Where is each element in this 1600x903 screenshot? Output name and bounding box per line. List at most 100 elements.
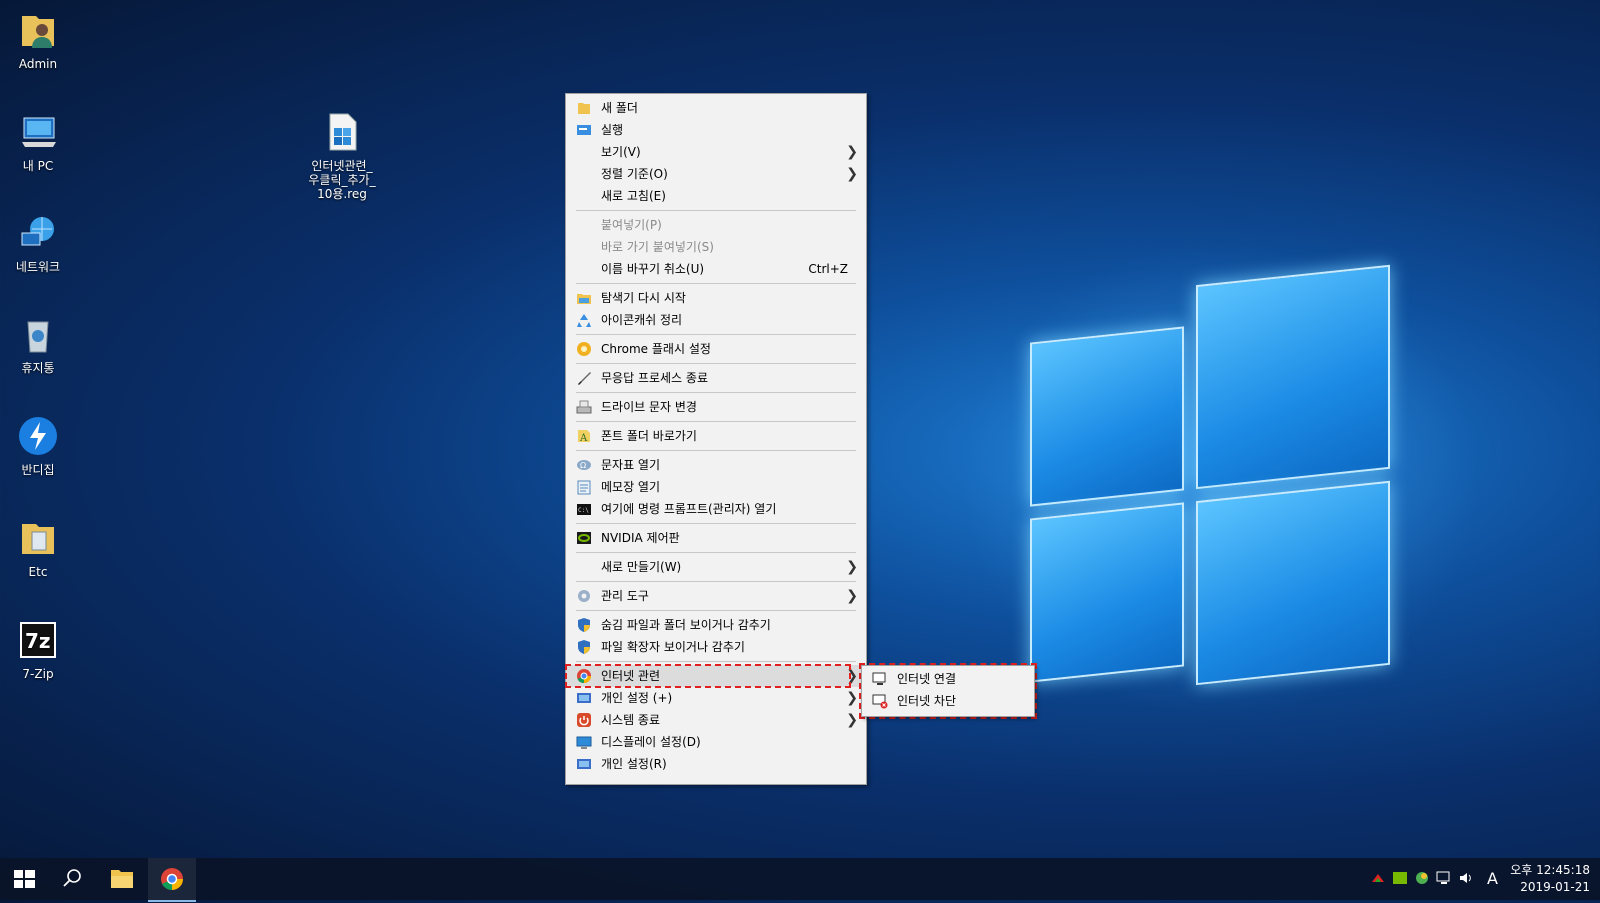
menu-item-sort-by[interactable]: 정렬 기준(O) ❯ bbox=[566, 163, 866, 185]
menu-item-undo-rename[interactable]: 이름 바꾸기 취소(U) Ctrl+Z bbox=[566, 258, 866, 280]
menu-item-display-settings[interactable]: 디스플레이 설정(D) bbox=[566, 731, 866, 753]
menu-item-restart-explorer[interactable]: 탐색기 다시 시작 bbox=[566, 287, 866, 309]
menu-item-refresh[interactable]: 새로 고침(E) bbox=[566, 185, 866, 207]
menu-item-view[interactable]: 보기(V) ❯ bbox=[566, 141, 866, 163]
desktop-icon-etc[interactable]: Etc bbox=[0, 518, 76, 579]
menu-label: Chrome 플래시 설정 bbox=[601, 342, 711, 356]
menu-label: 메모장 열기 bbox=[601, 480, 661, 494]
menu-label: 드라이브 문자 변경 bbox=[601, 400, 697, 414]
nvidia-icon bbox=[577, 532, 591, 544]
menu-item-admin-tools[interactable]: 관리 도구 ❯ bbox=[566, 585, 866, 607]
shield-icon bbox=[578, 618, 590, 632]
volume-icon[interactable] bbox=[1458, 870, 1474, 886]
menu-separator bbox=[576, 581, 856, 582]
menu-item-change-drive-letter[interactable]: 드라이브 문자 변경 bbox=[566, 396, 866, 418]
menu-item-new[interactable]: 새로 만들기(W) ❯ bbox=[566, 556, 866, 578]
desktop-icon-network[interactable]: 네트워크 bbox=[0, 213, 76, 274]
clock-time: 오후 12:45:18 bbox=[1510, 863, 1590, 877]
desktop-icon-7zip[interactable]: 7z 7-Zip bbox=[0, 620, 76, 681]
menu-item-nvidia-control-panel[interactable]: NVIDIA 제어판 bbox=[566, 527, 866, 549]
taskbar-clock[interactable]: 오후 12:45:18 2019-01-21 bbox=[1510, 862, 1590, 896]
shield-icon bbox=[578, 640, 590, 654]
menu-label: 인터넷 연결 bbox=[897, 672, 957, 686]
clock-date: 2019-01-21 bbox=[1520, 880, 1590, 894]
desktop-icon-label: Etc bbox=[28, 565, 48, 579]
menu-separator bbox=[576, 661, 856, 662]
folder-icon bbox=[578, 103, 590, 114]
menu-label: 이름 바꾸기 취소(U) bbox=[601, 262, 705, 276]
menu-item-new-folder[interactable]: 새 폴더 bbox=[566, 97, 866, 119]
chevron-right-icon: ❯ bbox=[846, 712, 858, 728]
monitor-tray-icon[interactable] bbox=[1436, 870, 1452, 886]
submenu-item-internet-block[interactable]: 인터넷 차단 bbox=[862, 690, 1034, 712]
svg-text:C:\: C:\ bbox=[578, 507, 589, 514]
chevron-right-icon: ❯ bbox=[846, 559, 858, 575]
menu-item-open-notepad[interactable]: 메모장 열기 bbox=[566, 476, 866, 498]
menu-item-toggle-hidden-files[interactable]: 숨김 파일과 폴더 보이거나 감추기 bbox=[566, 614, 866, 636]
explorer-icon bbox=[577, 294, 591, 304]
windows-icon bbox=[14, 870, 35, 888]
menu-separator bbox=[576, 210, 856, 211]
menu-item-run[interactable]: 실행 bbox=[566, 119, 866, 141]
personalize-icon bbox=[577, 693, 591, 703]
menu-label: 탐색기 다시 시작 bbox=[601, 291, 686, 305]
search-button[interactable] bbox=[48, 858, 96, 900]
svg-text:7z: 7z bbox=[25, 629, 51, 653]
menu-item-open-charmap[interactable]: Ω 문자표 열기 bbox=[566, 454, 866, 476]
menu-item-kill-unresponsive[interactable]: 무응답 프로세스 종료 bbox=[566, 367, 866, 389]
desktop-icon-label: Admin bbox=[18, 57, 58, 71]
nvidia-tray-icon[interactable] bbox=[1392, 870, 1408, 886]
cmd-icon: C:\ bbox=[577, 504, 591, 515]
brush-icon bbox=[578, 372, 591, 385]
menu-item-shutdown[interactable]: 시스템 종료 ❯ bbox=[566, 709, 866, 731]
desktop-icon-recycle-bin[interactable]: 휴지통 bbox=[0, 314, 76, 375]
chrome-icon bbox=[161, 868, 183, 891]
menu-item-toggle-file-extensions[interactable]: 파일 확장자 보이거나 감추기 bbox=[566, 636, 866, 658]
desktop-icon-label: 7-Zip bbox=[22, 667, 54, 681]
desktop-icon-label: 네트워크 bbox=[15, 260, 61, 274]
menu-separator bbox=[576, 421, 856, 422]
menu-label: 새로 고침(E) bbox=[601, 189, 666, 203]
menu-item-clear-icon-cache[interactable]: 아이콘캐쉬 정리 bbox=[566, 309, 866, 331]
file-explorer-icon bbox=[111, 870, 133, 888]
menu-label: 새로 만들기(W) bbox=[601, 560, 682, 574]
menu-label: 여기에 명령 프롬프트(관리자) 열기 bbox=[601, 502, 777, 516]
menu-label: 숨김 파일과 폴더 보이거나 감추기 bbox=[601, 618, 771, 632]
submenu-internet: 인터넷 연결 인터넷 차단 bbox=[861, 665, 1035, 717]
menu-item-font-folder[interactable]: A 폰트 폴더 바로가기 bbox=[566, 425, 866, 447]
menu-item-personalize[interactable]: 개인 설정(R) bbox=[566, 753, 866, 775]
desktop-icon-bandizip[interactable]: 반디집 bbox=[0, 416, 76, 477]
menu-item-paste: 붙여넣기(P) bbox=[566, 214, 866, 236]
desktop-icon-my-pc[interactable]: 내 PC bbox=[0, 112, 76, 173]
menu-item-personalize-plus[interactable]: 개인 설정 (+) ❯ bbox=[566, 687, 866, 709]
bandizip-icon bbox=[19, 417, 57, 455]
taskbar-chrome[interactable] bbox=[148, 858, 196, 902]
desktop-icon-label: 휴지통 bbox=[21, 361, 55, 375]
menu-label: 실행 bbox=[601, 123, 624, 137]
chevron-right-icon: ❯ bbox=[846, 690, 858, 706]
system-tray bbox=[1370, 858, 1490, 900]
menu-label: 새 폴더 bbox=[601, 101, 638, 115]
folder-icon bbox=[22, 524, 54, 554]
menu-label: 디스플레이 설정(D) bbox=[601, 735, 701, 749]
input-language-indicator[interactable]: A bbox=[1487, 858, 1503, 900]
chevron-right-icon: ❯ bbox=[846, 588, 858, 604]
7zip-icon: 7z bbox=[20, 622, 56, 658]
desktop-icon-label: 반디집 bbox=[21, 463, 55, 477]
desktop-file-reg[interactable]: 인터넷관련_ 우클릭_추가_ 10용.reg bbox=[304, 112, 380, 201]
taskbar-file-explorer[interactable] bbox=[98, 858, 146, 900]
submenu-item-internet-connect[interactable]: 인터넷 연결 bbox=[862, 668, 1034, 690]
network-tray-icon[interactable] bbox=[1414, 870, 1430, 886]
menu-item-open-admin-cmd[interactable]: C:\ 여기에 명령 프롬프트(관리자) 열기 bbox=[566, 498, 866, 520]
file-name-line: 10용.reg bbox=[317, 187, 367, 201]
user-folder-icon bbox=[22, 16, 54, 48]
menu-separator bbox=[576, 392, 856, 393]
menu-label: 바로 가기 붙여넣기(S) bbox=[601, 240, 714, 254]
network-block-icon bbox=[872, 694, 888, 709]
display-icon bbox=[576, 736, 592, 749]
menu-label: 관리 도구 bbox=[601, 589, 649, 603]
tray-arrow-icon[interactable] bbox=[1370, 870, 1386, 886]
desktop-icon-admin[interactable]: Admin bbox=[0, 10, 76, 71]
menu-item-chrome-flash[interactable]: Chrome 플래시 설정 bbox=[566, 338, 866, 360]
start-button[interactable] bbox=[0, 858, 48, 900]
